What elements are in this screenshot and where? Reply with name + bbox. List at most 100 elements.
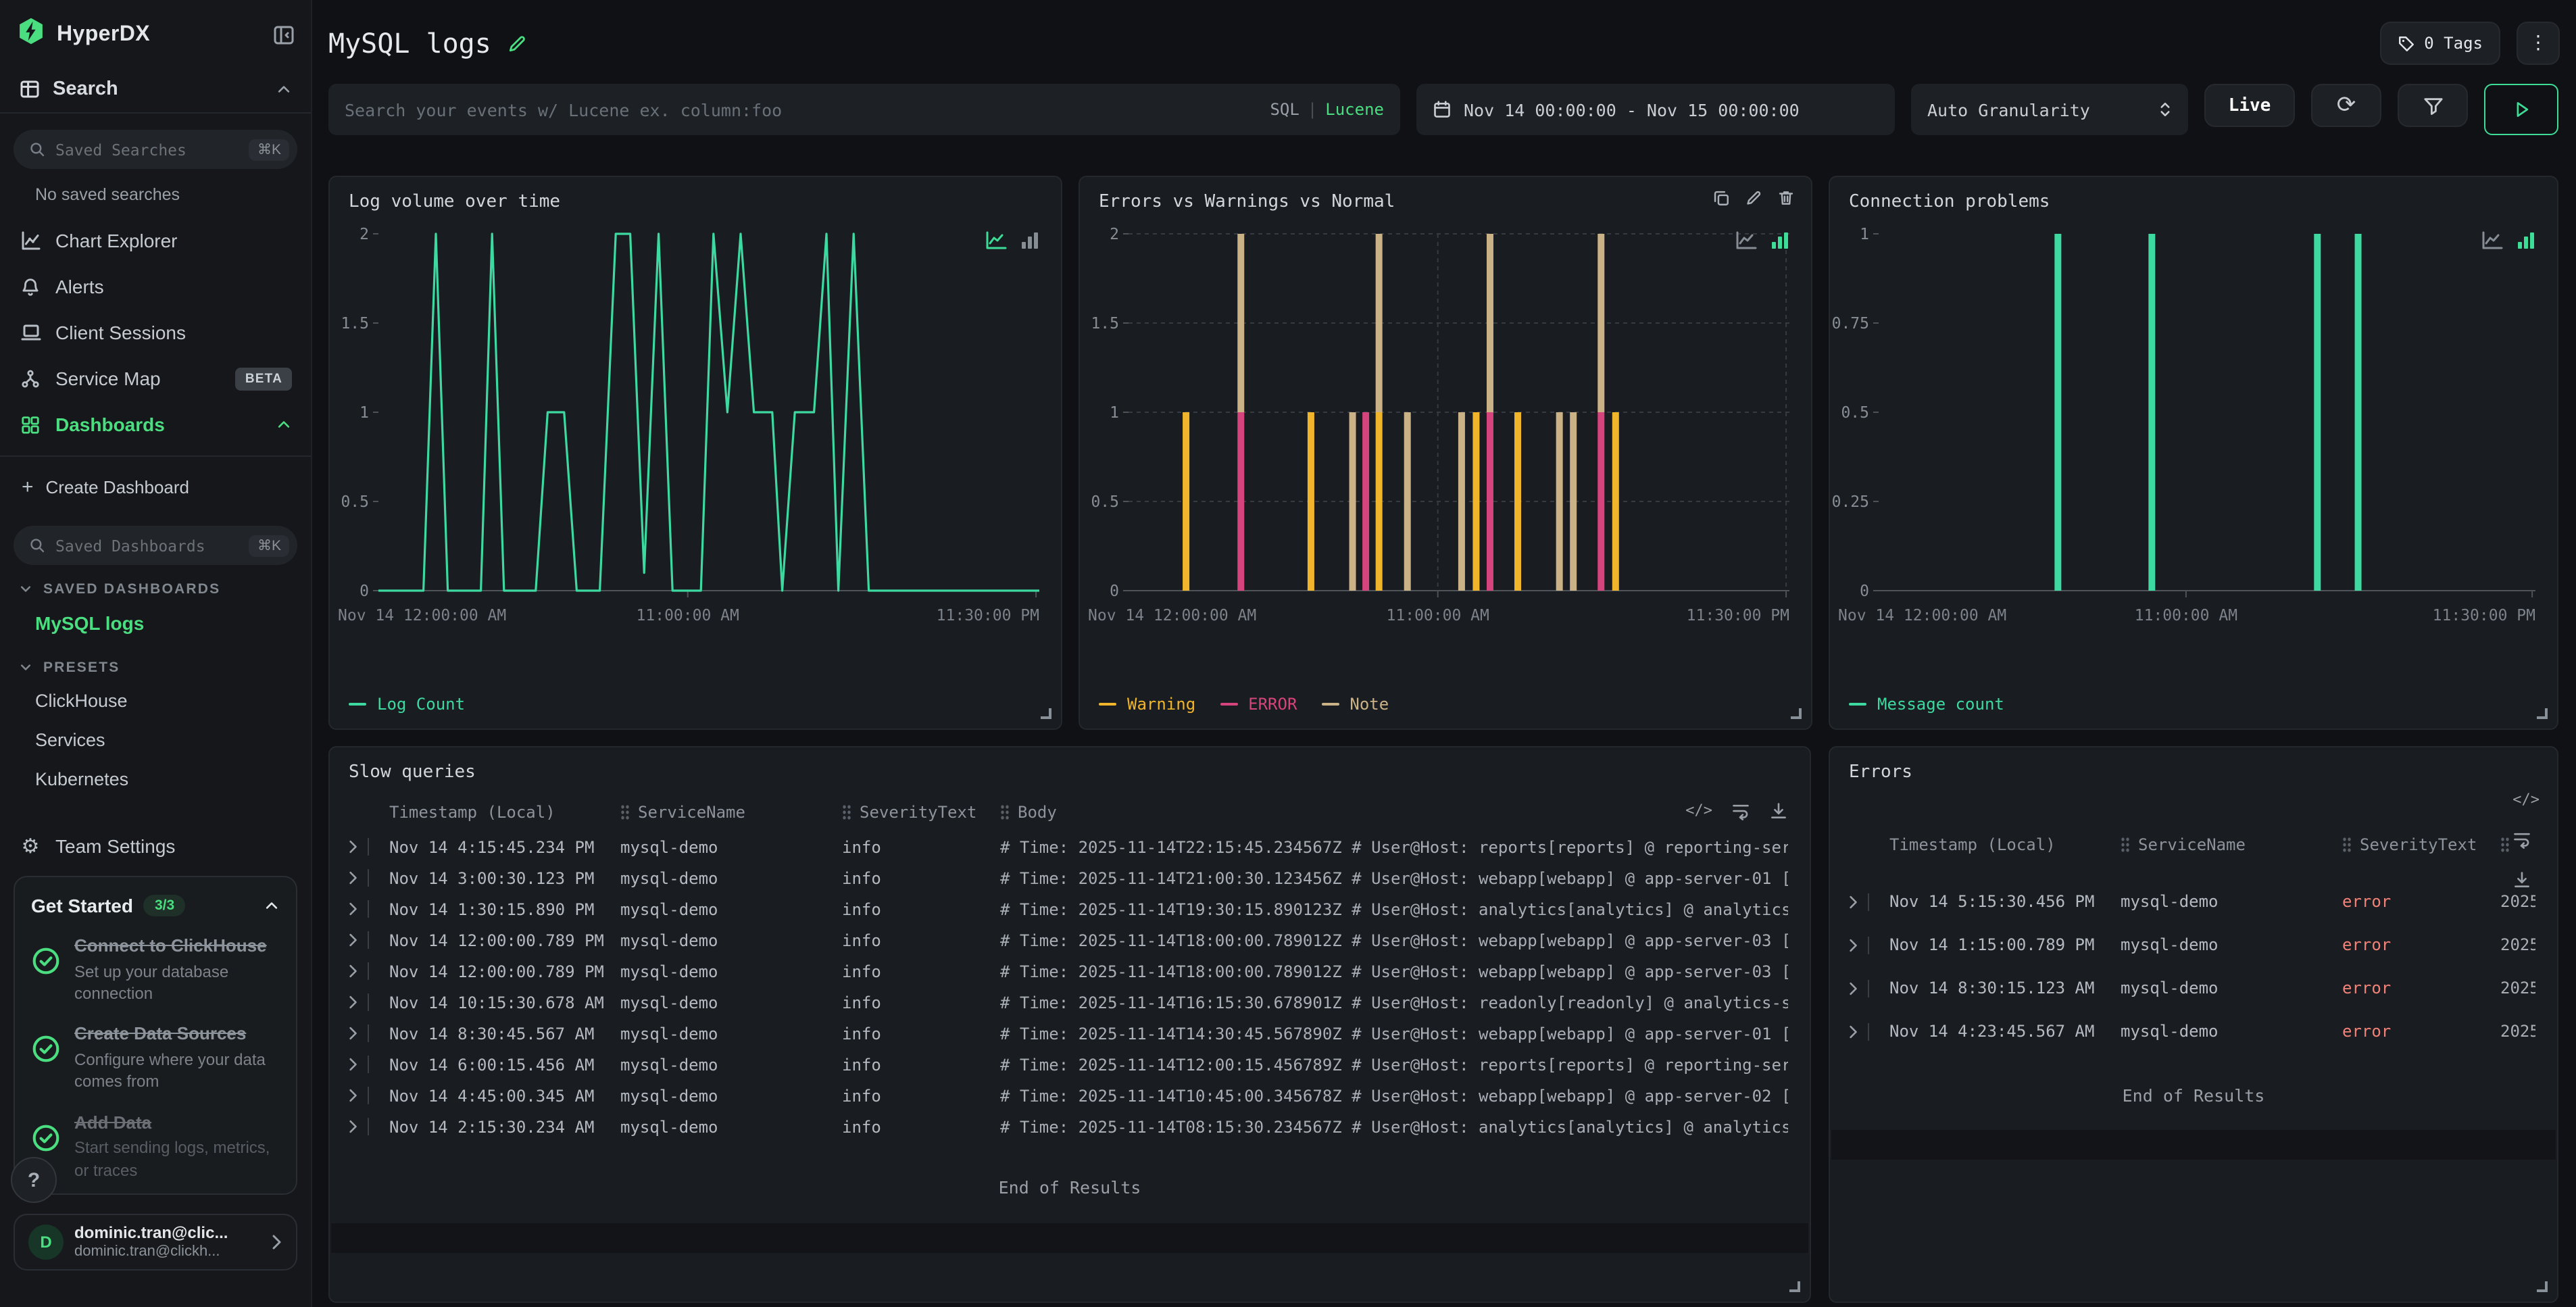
sidebar-item-alerts[interactable]: Alerts bbox=[0, 264, 311, 310]
more-options-button[interactable]: ⋮ bbox=[2517, 22, 2560, 65]
sidebar-item-dashboards[interactable]: Dashboards bbox=[0, 401, 311, 447]
line-chart-toggle-icon[interactable] bbox=[2481, 231, 2503, 257]
column-header[interactable]: Timestamp (Local) bbox=[389, 803, 620, 822]
column-drag-handle-icon[interactable] bbox=[2121, 837, 2130, 853]
duplicate-panel-icon[interactable] bbox=[1712, 189, 1730, 207]
date-range-picker[interactable]: Nov 14 00:00:00 - Nov 15 00:00:00 bbox=[1416, 84, 1895, 135]
panel-resize-handle[interactable] bbox=[1791, 708, 1802, 719]
expand-row-button[interactable] bbox=[349, 838, 389, 856]
panel-resize-handle[interactable] bbox=[1789, 1281, 1800, 1292]
presets-header[interactable]: PRESETS bbox=[0, 643, 311, 681]
chevron-up-icon[interactable] bbox=[276, 416, 292, 433]
expand-row-button[interactable] bbox=[349, 1056, 389, 1073]
legend-item[interactable]: Note bbox=[1321, 695, 1389, 714]
expand-row-button[interactable] bbox=[349, 1087, 389, 1104]
legend-item[interactable]: Log Count bbox=[349, 695, 465, 714]
table-row[interactable]: Nov 14 6:00:15.456 AMmysql-demoinfo# Tim… bbox=[330, 1049, 1810, 1080]
column-header[interactable]: SeverityText bbox=[2342, 835, 2500, 854]
line-chart-toggle-icon[interactable] bbox=[985, 231, 1007, 257]
column-drag-handle-icon[interactable] bbox=[1000, 804, 1010, 820]
download-icon[interactable] bbox=[2512, 870, 2540, 889]
column-drag-handle-icon[interactable] bbox=[842, 804, 851, 820]
expand-row-button[interactable] bbox=[1849, 893, 1889, 910]
expand-row-button[interactable] bbox=[349, 1025, 389, 1042]
column-drag-handle-icon[interactable] bbox=[2342, 837, 2352, 853]
sidebar-collapse-icon[interactable] bbox=[273, 24, 295, 45]
table-row[interactable]: Nov 14 5:15:30.456 PMmysql-demoerror2025… bbox=[1830, 880, 2557, 923]
column-drag-handle-icon[interactable] bbox=[2500, 837, 2510, 853]
sidebar-item-clickhouse[interactable]: ClickHouse bbox=[0, 681, 311, 720]
saved-dashboards-header[interactable]: SAVED DASHBOARDS bbox=[0, 565, 311, 603]
sidebar-item-mysql-logs[interactable]: MySQL logs bbox=[0, 603, 311, 643]
saved-dashboards-input[interactable]: Saved Dashboards ⌘K bbox=[14, 526, 297, 565]
wrap-text-icon[interactable] bbox=[1731, 802, 1750, 820]
line-chart-toggle-icon[interactable] bbox=[1735, 231, 1757, 257]
expand-row-button[interactable] bbox=[349, 993, 389, 1011]
edit-title-icon[interactable] bbox=[507, 33, 528, 53]
table-row[interactable]: Nov 14 3:00:30.123 PMmysql-demoinfo# Tim… bbox=[330, 862, 1810, 893]
chevron-up-icon[interactable] bbox=[276, 81, 292, 97]
chevron-up-icon[interactable] bbox=[264, 897, 280, 914]
expand-row-button[interactable] bbox=[349, 1118, 389, 1135]
panel-resize-handle[interactable] bbox=[1041, 708, 1051, 719]
get-started-item[interactable]: Create Data Sources Configure where your… bbox=[31, 1024, 280, 1093]
sidebar-item-team-settings[interactable]: ⚙ Team Settings bbox=[0, 823, 311, 869]
download-icon[interactable] bbox=[1769, 802, 1788, 820]
wrap-text-icon[interactable] bbox=[2512, 830, 2540, 849]
bar-chart-toggle-icon[interactable] bbox=[1770, 231, 1789, 257]
edit-panel-icon[interactable] bbox=[1745, 189, 1762, 207]
help-button[interactable]: ? bbox=[11, 1157, 57, 1203]
user-menu[interactable]: D dominic.tran@clic... dominic.tran@clic… bbox=[14, 1214, 297, 1271]
table-row[interactable]: Nov 14 10:15:30.678 AMmysql-demoinfo# Ti… bbox=[330, 987, 1810, 1018]
sidebar-item-service-map[interactable]: Service Map BETA bbox=[0, 355, 311, 401]
stacked-bar-chart[interactable]: 00.511.52Nov 14 12:00:00 AM11:00:00 AM11… bbox=[1080, 215, 1811, 642]
legend-item[interactable]: ERROR bbox=[1220, 695, 1297, 714]
saved-searches-input[interactable]: Saved Searches ⌘K bbox=[14, 130, 297, 169]
sidebar-item-chart-explorer[interactable]: Chart Explorer bbox=[0, 218, 311, 264]
view-source-icon[interactable]: </> bbox=[2512, 791, 2540, 808]
table-row[interactable]: Nov 14 1:30:15.890 PMmysql-demoinfo# Tim… bbox=[330, 893, 1810, 924]
bar-chart[interactable]: 00.250.50.751Nov 14 12:00:00 AM11:00:00 … bbox=[1830, 215, 2557, 642]
table-row[interactable]: Nov 14 8:30:45.567 AMmysql-demoinfo# Tim… bbox=[330, 1018, 1810, 1049]
sidebar-item-client-sessions[interactable]: Client Sessions bbox=[0, 310, 311, 355]
view-source-icon[interactable]: </> bbox=[1685, 802, 1712, 820]
expand-row-button[interactable] bbox=[349, 962, 389, 980]
refresh-button[interactable]: ⟳ bbox=[2311, 84, 2381, 127]
column-header[interactable]: ServiceName bbox=[2121, 835, 2342, 854]
run-query-button[interactable] bbox=[2484, 84, 2558, 135]
column-header[interactable]: Timestamp (Local) bbox=[1889, 835, 2121, 854]
event-search-input[interactable]: Search your events w/ Lucene ex. column:… bbox=[328, 84, 1400, 135]
create-dashboard-button[interactable]: + Create Dashboard bbox=[0, 465, 311, 510]
expand-row-button[interactable] bbox=[349, 931, 389, 949]
column-header[interactable]: Body bbox=[1000, 803, 1788, 822]
delete-panel-icon[interactable] bbox=[1777, 189, 1795, 207]
get-started-item[interactable]: Connect to ClickHouse Set up your databa… bbox=[31, 935, 280, 1005]
legend-item[interactable]: Warning bbox=[1099, 695, 1195, 714]
query-language-toggle[interactable]: SQL|Lucene bbox=[1270, 100, 1384, 119]
column-header[interactable]: ServiceName bbox=[620, 803, 842, 822]
expand-row-button[interactable] bbox=[1849, 936, 1889, 954]
sidebar-item-services[interactable]: Services bbox=[0, 720, 311, 760]
table-row[interactable]: Nov 14 2:15:30.234 AMmysql-demoinfo# Tim… bbox=[330, 1111, 1810, 1142]
sidebar-item-search[interactable]: Search bbox=[0, 66, 311, 114]
table-row[interactable]: Nov 14 12:00:00.789 PMmysql-demoinfo# Ti… bbox=[330, 924, 1810, 956]
table-row[interactable]: Nov 14 12:00:00.789 PMmysql-demoinfo# Ti… bbox=[330, 956, 1810, 987]
bar-chart-toggle-icon[interactable] bbox=[2517, 231, 2535, 257]
bar-chart-toggle-icon[interactable] bbox=[1020, 231, 1039, 257]
table-row[interactable]: Nov 14 4:15:45.234 PMmysql-demoinfo# Tim… bbox=[330, 831, 1810, 862]
tags-button[interactable]: 0 Tags bbox=[2379, 22, 2500, 65]
expand-row-button[interactable] bbox=[1849, 979, 1889, 997]
column-drag-handle-icon[interactable] bbox=[620, 804, 630, 820]
panel-resize-handle[interactable] bbox=[2537, 708, 2548, 719]
get-started-item[interactable]: Add Data Start sending logs, metrics, or… bbox=[31, 1112, 280, 1181]
table-row[interactable]: Nov 14 1:15:00.789 PMmysql-demoerror2025… bbox=[1830, 923, 2557, 966]
horizontal-scrollbar[interactable] bbox=[1831, 1130, 2556, 1160]
live-button[interactable]: Live bbox=[2204, 84, 2295, 127]
sidebar-item-kubernetes[interactable]: Kubernetes bbox=[0, 760, 311, 799]
lucene-toggle[interactable]: Lucene bbox=[1325, 100, 1384, 119]
column-header[interactable]: SeverityText bbox=[842, 803, 1000, 822]
granularity-select[interactable]: Auto Granularity bbox=[1911, 84, 2188, 135]
table-row[interactable]: Nov 14 4:45:00.345 AMmysql-demoinfo# Tim… bbox=[330, 1080, 1810, 1111]
table-row[interactable]: Nov 14 8:30:15.123 AMmysql-demoerror2025… bbox=[1830, 966, 2557, 1010]
expand-row-button[interactable] bbox=[349, 869, 389, 887]
